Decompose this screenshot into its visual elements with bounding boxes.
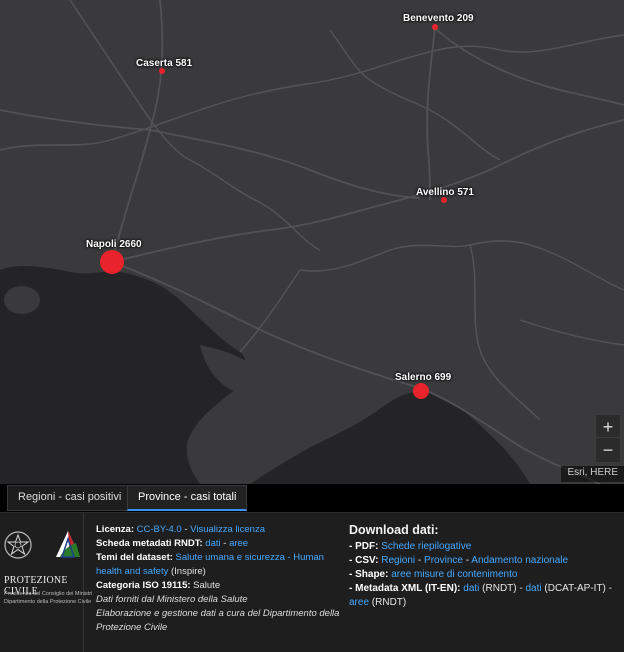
iso-label: Categoria ISO 19115: bbox=[96, 580, 191, 591]
city-cases: 571 bbox=[457, 187, 474, 198]
csv-sep-1: - bbox=[415, 555, 425, 566]
tab-bar: Regioni - casi positivi Province - casi … bbox=[0, 484, 624, 512]
xml-line: - Metadata XML (IT-EN): dati (RNDT) - da… bbox=[349, 582, 619, 610]
rndt-line: Scheda metadati RNDT: dati - aree bbox=[96, 537, 346, 551]
license-label: Licenza: bbox=[96, 524, 135, 535]
logo-subtitle-1: Presidenza del Consiglio dei Ministri bbox=[4, 591, 93, 597]
city-cases: 2660 bbox=[119, 239, 142, 250]
marker-benevento[interactable] bbox=[432, 24, 438, 30]
city-name: Benevento bbox=[403, 13, 455, 24]
tab-province[interactable]: Province - casi totali bbox=[127, 485, 248, 511]
logo-subtitle-2: Dipartimento della Protezione Civile bbox=[4, 599, 92, 605]
city-label-napoli: Napoli 2660 bbox=[86, 239, 142, 250]
city-label-benevento: Benevento 209 bbox=[403, 13, 474, 24]
city-label-caserta: Caserta 581 bbox=[136, 58, 192, 69]
csv-andamento-link[interactable]: Andamento nazionale bbox=[471, 555, 568, 566]
pdf-link[interactable]: Schede riepilogative bbox=[381, 541, 471, 552]
city-name: Caserta bbox=[136, 58, 173, 69]
city-cases: 209 bbox=[456, 13, 474, 24]
island-ischia bbox=[4, 286, 40, 314]
zoom-out-button[interactable]: − bbox=[595, 437, 621, 463]
map-attribution: Esri, HERE bbox=[561, 466, 624, 482]
marker-napoli[interactable] bbox=[100, 250, 124, 274]
csv-label: - CSV: bbox=[349, 555, 379, 566]
shape-label: - Shape: bbox=[349, 569, 389, 580]
shape-line: - Shape: aree misure di contenimento bbox=[349, 568, 619, 582]
view-license-link[interactable]: Visualizza licenza bbox=[190, 524, 265, 535]
csv-province-link[interactable]: Province bbox=[424, 555, 463, 566]
marker-salerno[interactable] bbox=[413, 383, 429, 399]
city-name: Napoli bbox=[86, 239, 117, 250]
city-name: Avellino bbox=[416, 187, 455, 198]
footer-panel: PROTEZIONE CIVILE Presidenza del Consigl… bbox=[0, 512, 624, 652]
license-link[interactable]: CC-BY-4.0 bbox=[137, 524, 182, 535]
rndt-sep: - bbox=[220, 538, 230, 549]
pdf-line: - PDF: Schede riepilogative bbox=[349, 540, 619, 554]
xml-dcat-text: (DCAT-AP-IT) - bbox=[541, 583, 612, 594]
gulf-salerno bbox=[250, 391, 530, 484]
download-title: Download dati: bbox=[349, 523, 439, 537]
xml-dati-rndt-link[interactable]: dati bbox=[463, 583, 479, 594]
rndt-label: Scheda metadati RNDT: bbox=[96, 538, 203, 549]
license-line: Licenza: CC-BY-4.0 - Visualizza licenza bbox=[96, 523, 346, 537]
city-name: Salerno bbox=[395, 372, 432, 383]
csv-line: - CSV: Regioni - Province - Andamento na… bbox=[349, 554, 619, 568]
city-label-avellino: Avellino 571 bbox=[416, 187, 474, 198]
themes-tail: (Inspire) bbox=[168, 566, 206, 577]
xml-label: - Metadata XML (IT-EN): bbox=[349, 583, 461, 594]
themes-label: Temi del dataset: bbox=[96, 552, 173, 563]
rndt-aree-link[interactable]: aree bbox=[229, 538, 248, 549]
metadata-section: Licenza: CC-BY-4.0 - Visualizza licenza … bbox=[96, 523, 346, 635]
map-view[interactable]: Caserta 581 Benevento 209 Avellino 571 N… bbox=[0, 0, 624, 484]
license-sep: - bbox=[181, 524, 191, 535]
pdf-label: - PDF: bbox=[349, 541, 379, 552]
island-capri bbox=[222, 436, 238, 444]
download-section: Download dati: - PDF: Schede riepilogati… bbox=[349, 523, 619, 610]
xml-rndt-text-1: (RNDT) - bbox=[479, 583, 526, 594]
shape-link[interactable]: aree misure di contenimento bbox=[391, 569, 517, 580]
themes-line: Temi del dataset: Salute umana e sicurez… bbox=[96, 551, 346, 579]
iso-value: Salute bbox=[190, 580, 221, 591]
tab-regioni[interactable]: Regioni - casi positivi bbox=[7, 485, 133, 511]
xml-aree-link[interactable]: aree bbox=[349, 597, 369, 608]
city-cases: 581 bbox=[175, 58, 193, 69]
elaboration-text: Elaborazione e gestione dati a cura del … bbox=[96, 608, 340, 633]
rndt-dati-link[interactable]: dati bbox=[205, 538, 220, 549]
xml-dati-dcat-link[interactable]: dati bbox=[526, 583, 542, 594]
source-text: Dati forniti dal Ministero della Salute bbox=[96, 594, 248, 605]
csv-regioni-link[interactable]: Regioni bbox=[381, 555, 415, 566]
logo-emblem-icon bbox=[4, 531, 80, 559]
city-label-salerno: Salerno 699 bbox=[395, 372, 451, 383]
city-cases: 699 bbox=[434, 372, 452, 383]
xml-rndt-text-2: (RNDT) bbox=[369, 597, 407, 608]
iso-line: Categoria ISO 19115: Salute bbox=[96, 579, 346, 593]
logo-area: PROTEZIONE CIVILE Presidenza del Consigl… bbox=[0, 513, 92, 652]
